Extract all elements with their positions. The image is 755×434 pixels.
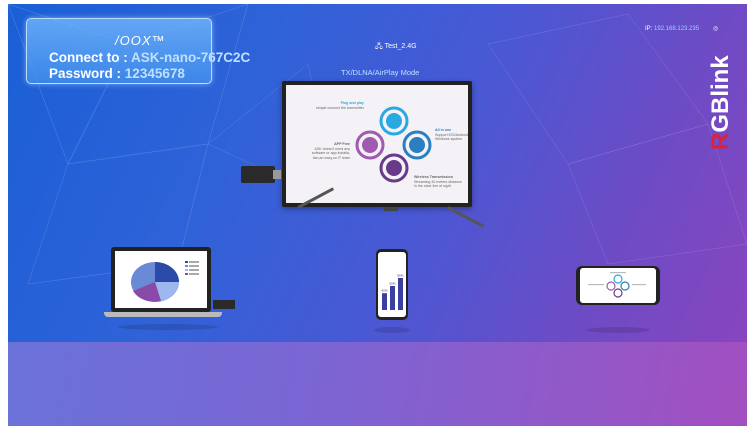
phone-bar-label: 42% xyxy=(381,289,387,293)
phone-bar-label: 60% xyxy=(389,282,395,286)
hdmi-dongle xyxy=(241,166,281,183)
ip-label: IP: xyxy=(645,26,653,32)
wifi-icon: 🖧 xyxy=(375,43,383,50)
screen: /OOX™ Connect to : ASK-nano-767C2C Passw… xyxy=(8,4,747,426)
feature-wireless: Wireless Transmission Streaming 30 meter… xyxy=(414,175,462,188)
connect-info-panel: /OOX™ Connect to : ASK-nano-767C2C Passw… xyxy=(26,18,250,84)
pie-graphic xyxy=(131,261,199,302)
ip-value: 192.168.123.235 xyxy=(654,26,700,32)
mini-feature-graphic xyxy=(588,272,646,298)
laptop-base xyxy=(104,312,222,317)
laptop-dongle xyxy=(213,300,235,309)
wifi-name: Test_2.4G xyxy=(384,43,417,50)
phone-bar xyxy=(390,286,395,310)
password-value: 12345678 xyxy=(124,66,185,81)
password-label: Password : xyxy=(49,66,122,81)
laptop-device xyxy=(111,247,211,312)
feature-app: APP Free ASK doesn't need any software o… xyxy=(311,142,350,160)
phone-screen: 42% 60% 80% xyxy=(378,252,406,317)
laptop-shadow xyxy=(118,324,218,330)
svg-text:RGBlink: RGBlink xyxy=(708,55,734,150)
laptop-screen xyxy=(115,251,207,308)
feature-all: All in one Support iOS/Android Windows s… xyxy=(435,128,468,141)
phone-landscape-device xyxy=(576,266,660,305)
phone-bar-label: 80% xyxy=(397,274,403,278)
phone-bar xyxy=(398,278,403,310)
password-line: Password : 12345678 xyxy=(49,66,185,81)
phone-device: 42% 60% 80% xyxy=(376,249,408,320)
tv-display: Plug and play simple connect the transmi… xyxy=(282,81,472,207)
tv-stand xyxy=(384,207,398,211)
landscape-shadow xyxy=(586,327,650,333)
floor-band xyxy=(8,342,747,426)
ask-logo: /OOX™ xyxy=(115,33,166,48)
dongle-plug xyxy=(273,170,281,179)
phone-bar xyxy=(382,293,387,310)
rgblink-logo: RGBlink xyxy=(708,55,734,150)
bar-graphic: 42%60%80% xyxy=(381,274,404,310)
wifi-status: 🖧 Test_2.4G xyxy=(375,42,417,53)
connect-line: Connect to : ASK-nano-767C2C xyxy=(49,50,250,65)
phone-landscape-screen xyxy=(580,268,656,303)
connect-label: Connect to : xyxy=(49,50,128,65)
tv-screen: Plug and play simple connect the transmi… xyxy=(286,85,468,203)
network-icon: ◎ xyxy=(713,26,719,32)
ip-readout: IP: 192.168.123.235 xyxy=(645,26,699,32)
phone-shadow xyxy=(374,327,410,333)
ssid-value: ASK-nano-767C2C xyxy=(131,50,251,65)
feature-plug: Plug and play simple connect the transmi… xyxy=(316,101,364,110)
mode-label: TX/DLNA/AirPlay Mode xyxy=(341,68,420,77)
